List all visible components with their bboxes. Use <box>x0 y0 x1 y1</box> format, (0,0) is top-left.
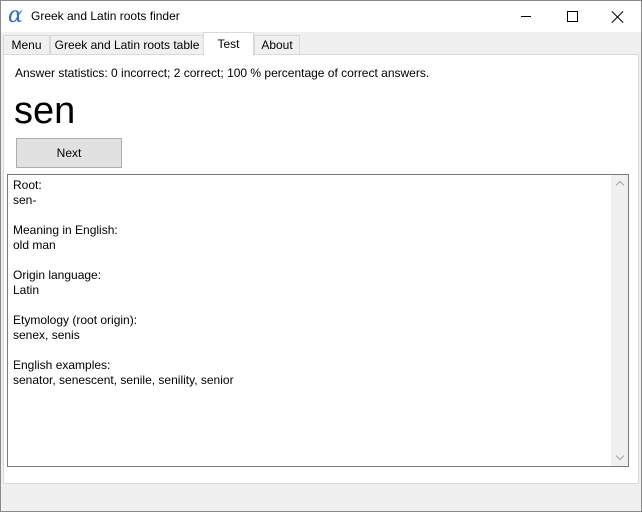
root-display: sen <box>14 90 76 132</box>
field-value: senator, senescent, senile, senility, se… <box>13 373 234 387</box>
field-value: Latin <box>13 283 40 297</box>
chevron-up-icon <box>615 180 624 190</box>
field-label: Origin language: <box>13 268 102 282</box>
chevron-down-icon <box>615 451 624 461</box>
tab-strip: Menu Greek and Latin roots table Test Ab… <box>1 32 641 56</box>
answer-statistics: Answer statistics: 0 incorrect; 2 correc… <box>15 66 430 80</box>
app-window: α Greek and Latin roots finder Menu Gree… <box>0 0 642 512</box>
root-details-content: Root: sen- Meaning in English: old man O… <box>13 178 603 403</box>
field-value: old man <box>13 238 56 252</box>
field-etymology: Etymology (root origin): senex, senis <box>13 313 603 343</box>
maximize-button[interactable] <box>549 1 595 32</box>
maximize-icon <box>566 11 578 22</box>
next-button[interactable]: Next <box>16 138 122 168</box>
root-details-textbox[interactable]: Root: sen- Meaning in English: old man O… <box>7 174 629 467</box>
field-origin-language: Origin language: Latin <box>13 268 603 298</box>
field-label: Etymology (root origin): <box>13 313 138 327</box>
minimize-button[interactable] <box>503 1 549 32</box>
field-english-examples: English examples: senator, senescent, se… <box>13 358 603 388</box>
field-value: sen- <box>13 193 37 207</box>
field-label: English examples: <box>13 358 111 372</box>
tab-roots-table[interactable]: Greek and Latin roots table <box>50 35 204 55</box>
test-panel: Answer statistics: 0 incorrect; 2 correc… <box>3 54 639 484</box>
field-root: Root: sen- <box>13 178 603 208</box>
window-title: Greek and Latin roots finder <box>31 9 180 23</box>
scroll-up-button[interactable] <box>611 175 628 192</box>
tab-test[interactable]: Test <box>203 32 254 56</box>
title-bar[interactable]: α Greek and Latin roots finder <box>1 1 641 32</box>
tab-about[interactable]: About <box>254 35 300 55</box>
field-label: Meaning in English: <box>13 223 118 237</box>
minimize-icon <box>521 16 531 17</box>
field-meaning: Meaning in English: old man <box>13 223 603 253</box>
tab-menu[interactable]: Menu <box>3 35 50 55</box>
field-value: senex, senis <box>13 328 80 342</box>
close-button[interactable] <box>595 1 641 32</box>
alpha-icon: α <box>8 3 23 28</box>
field-label: Root: <box>13 178 42 192</box>
vertical-scrollbar[interactable] <box>611 175 628 466</box>
scroll-down-button[interactable] <box>611 449 628 466</box>
close-icon <box>611 10 625 24</box>
